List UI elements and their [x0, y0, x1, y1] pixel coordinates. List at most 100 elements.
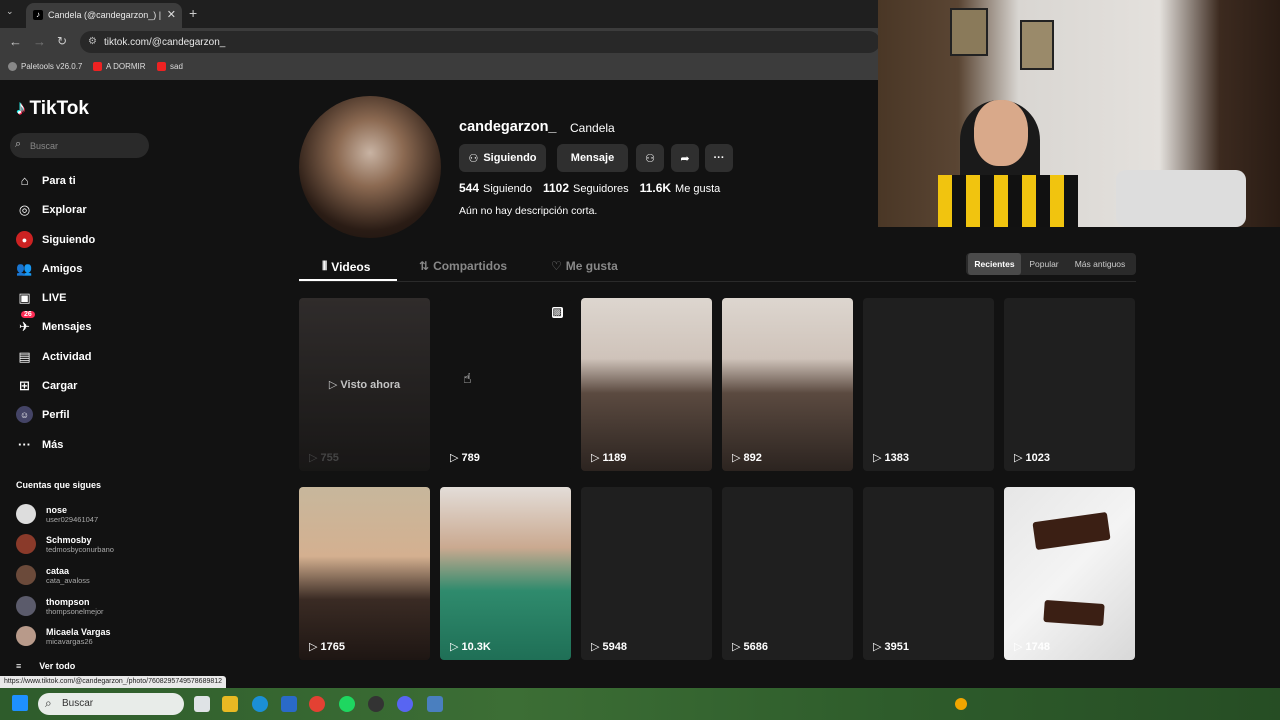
person-check-icon: ⚇ [468, 152, 479, 165]
taskbar-search-placeholder: Buscar [62, 698, 94, 709]
tabs-divider [299, 281, 1136, 282]
steam-icon[interactable] [368, 696, 384, 712]
tiktok-logo[interactable]: ♪ TikTok [16, 98, 89, 120]
sort-recent[interactable]: Recientes [968, 253, 1021, 275]
reload-icon[interactable]: ↻ [57, 34, 67, 48]
more-options-button[interactable]: ··· [705, 144, 733, 172]
sort-popular[interactable]: Popular [1023, 253, 1065, 275]
nav-mas[interactable]: ··· Más [16, 436, 63, 453]
discord-icon[interactable] [397, 696, 413, 712]
account-item[interactable]: Micaela Vargas micavargas26 [16, 626, 111, 646]
file-explorer-icon[interactable] [222, 696, 238, 712]
view-count-value: 892 [743, 451, 762, 464]
add-friend-button[interactable]: ⚇ [636, 144, 664, 172]
bookmark-paletools[interactable]: Paletools v26.0.7 [8, 62, 82, 71]
nav-cargar[interactable]: ⊞ Cargar [16, 377, 77, 394]
view-count-value: 1023 [1025, 451, 1050, 464]
following-stat[interactable]: 544 Siguiendo [459, 181, 532, 195]
chocolate-bar-image [1032, 511, 1111, 551]
nav-label: Siguiendo [42, 233, 96, 246]
home-icon: ⌂ [20, 173, 29, 188]
nav-label: Para ti [42, 174, 76, 187]
tab-shared[interactable]: ⇅ Compartidos [419, 259, 507, 273]
nav-live[interactable]: ▣ LIVE [16, 289, 66, 306]
close-tab-icon[interactable]: ✕ [167, 8, 176, 21]
view-count-value: 1748 [1025, 640, 1050, 653]
video-card[interactable]: ▷ 1748 [1004, 487, 1135, 660]
paint-icon[interactable] [427, 696, 443, 712]
video-card[interactable]: ▷ 5686 [722, 487, 853, 660]
url-field[interactable]: ⚙ tiktok.com/@candegarzon_ [80, 31, 880, 53]
video-card[interactable]: ▷ 1383 [863, 298, 994, 471]
share-button[interactable]: ➦ [671, 144, 699, 172]
account-item[interactable]: nose user029461047 [16, 504, 98, 524]
video-card[interactable]: ▷ 1765 [299, 487, 430, 660]
back-icon[interactable]: ← [9, 34, 22, 49]
sort-oldest[interactable]: Más antiguos [1067, 253, 1133, 275]
followers-stat[interactable]: 1102 Seguidores [543, 181, 629, 195]
account-name: Schmosby [46, 534, 92, 545]
edge-icon[interactable] [252, 696, 268, 712]
message-button[interactable]: Mensaje [557, 144, 628, 172]
play-icon: ▷ [591, 452, 600, 464]
tab-videos[interactable]: ⦀ Videos [322, 259, 370, 274]
watched-label: Visto ahora [340, 379, 401, 391]
browser-tab[interactable]: ♪ Candela (@candegarzon_) | ✕ [26, 3, 182, 28]
account-item[interactable]: thompson thompsonelmejor [16, 596, 104, 616]
new-tab-icon[interactable]: + [189, 5, 197, 21]
bookmark-label: Paletools v26.0.7 [21, 62, 83, 71]
video-card[interactable]: ▷ 5948 [581, 487, 712, 660]
bookmark-a-dormir[interactable]: A DORMIR [93, 62, 146, 71]
video-card[interactable]: ▷ 1023 [1004, 298, 1135, 471]
weather-icon[interactable] [955, 698, 967, 710]
forward-icon[interactable]: → [33, 34, 46, 49]
youtube-icon [157, 62, 166, 71]
nav-amigos[interactable]: 👥 Amigos [16, 260, 82, 277]
task-view-icon[interactable] [194, 696, 210, 712]
play-icon: ▷ [328, 379, 338, 391]
bookmark-sad[interactable]: sad [157, 62, 183, 71]
sort-label: Recientes [974, 259, 1015, 269]
see-all-link[interactable]: ≡ Ver todo [16, 661, 75, 671]
account-item[interactable]: cataa cata_avaloss [16, 565, 90, 585]
profile-stats: 544 Siguiendo 1102 Seguidores 11.6K Me gust… [459, 181, 720, 195]
store-icon[interactable] [281, 696, 297, 712]
video-card[interactable]: ▨ ▷ 789 [440, 298, 571, 471]
search-placeholder: Buscar [30, 141, 59, 151]
nav-perfil[interactable]: ☺ Perfil [16, 406, 70, 423]
activity-icon: ▤ [18, 348, 31, 364]
profile-avatar[interactable] [299, 96, 441, 238]
play-icon: ▷ [873, 641, 882, 653]
video-card[interactable]: ▷ 10.3K [440, 487, 571, 660]
windows-start-icon[interactable] [12, 695, 28, 711]
video-card[interactable]: ▷ Visto ahora ▷ 755 [299, 298, 430, 471]
view-count: ▷ 5948 [591, 640, 627, 654]
nav-siguiendo[interactable]: ● Siguiendo [16, 231, 95, 248]
avatar [16, 534, 36, 554]
following-button[interactable]: ⚇ Siguiendo [459, 144, 546, 172]
video-card[interactable]: ▷ 892 [722, 298, 853, 471]
video-card[interactable]: ▷ 1189 [581, 298, 712, 471]
view-count-value: 755 [320, 451, 339, 464]
nav-para-ti[interactable]: ⌂ Para ti [16, 172, 76, 189]
account-item[interactable]: Schmosby tedmosbyconurbano [16, 534, 114, 554]
chrome-icon[interactable] [309, 696, 325, 712]
tab-liked[interactable]: ♡ Me gusta [551, 259, 618, 273]
nav-label: Mensajes [42, 320, 92, 333]
list-icon: ≡ [16, 661, 22, 671]
tab-label: Me gusta [565, 259, 618, 273]
nav-explorar[interactable]: ◎ Explorar [16, 201, 87, 218]
nav-mensajes[interactable]: ✈ 26 Mensajes [16, 311, 92, 335]
search-input[interactable]: ⌕ Buscar [10, 133, 149, 158]
taskbar-search[interactable]: ⌕ Buscar [38, 693, 184, 715]
tab-menu-icon[interactable]: ⌄ [6, 6, 14, 17]
nav-actividad[interactable]: ▤ Actividad [16, 348, 91, 365]
site-info-icon[interactable]: ⚙ [88, 36, 97, 47]
nav-label: Más [42, 438, 64, 451]
view-count: ▷ 755 [309, 451, 339, 465]
account-name: Micaela Vargas [46, 626, 111, 637]
following-label: Siguiendo [483, 183, 532, 195]
video-card[interactable]: ▷ 3951 [863, 487, 994, 660]
spotify-icon[interactable] [339, 696, 355, 712]
url-text: tiktok.com/@candegarzon_ [104, 37, 226, 48]
